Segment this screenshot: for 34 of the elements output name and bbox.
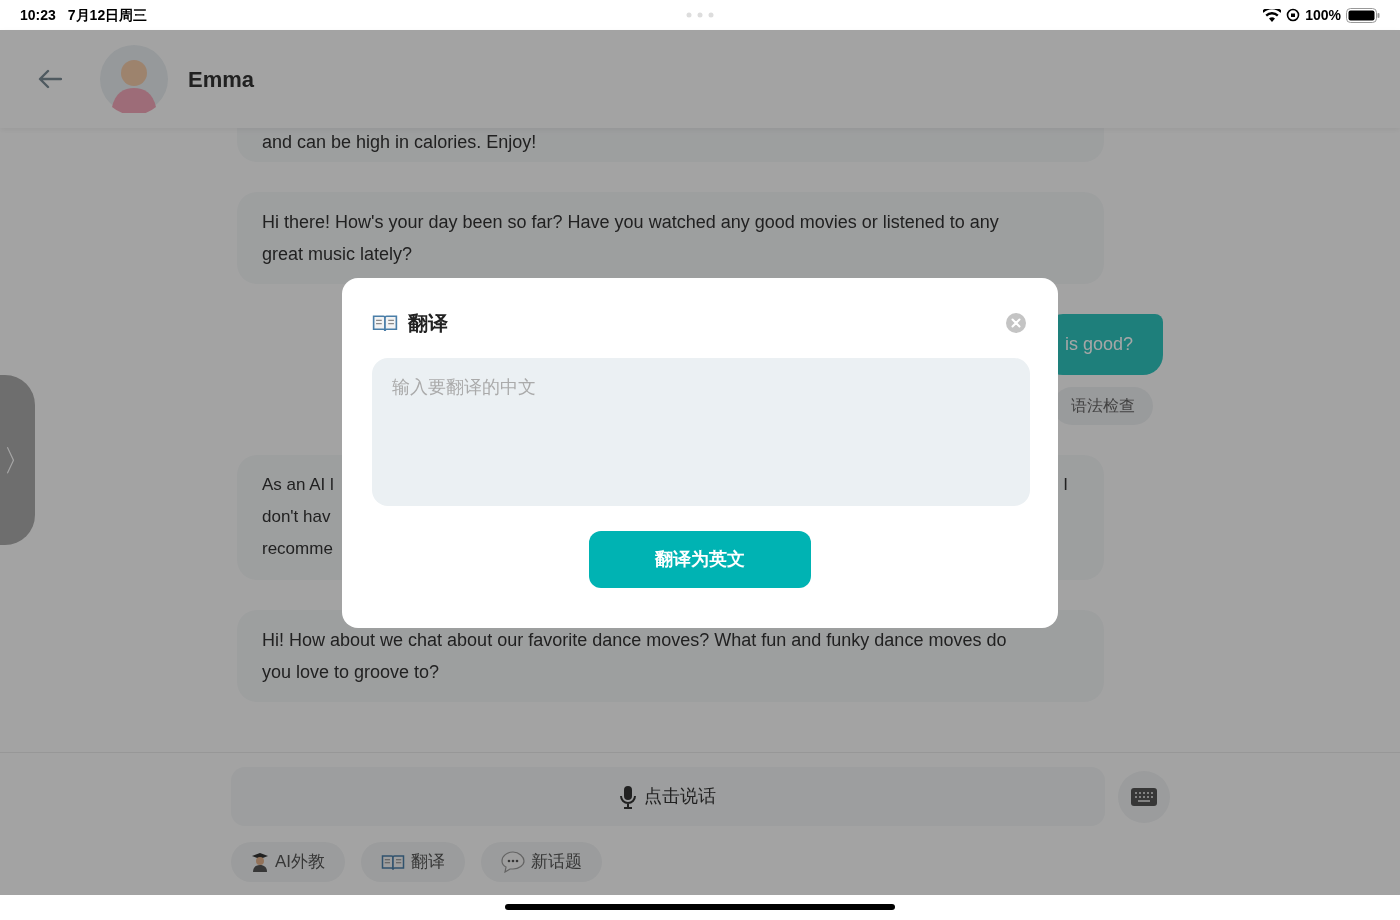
speech-bubble-icon [501, 851, 526, 873]
keyboard-icon [1130, 786, 1158, 807]
dialog-title: 翻译 [408, 311, 448, 336]
status-date: 7月12日周三 [67, 5, 148, 25]
translate-to-english-button[interactable]: 翻译为英文 [589, 531, 811, 588]
message-text: As an AI l [262, 474, 334, 496]
wifi-icon [1263, 8, 1282, 22]
book-icon [372, 313, 398, 333]
message-text: great music lately? [262, 243, 414, 266]
quick-action-chip[interactable]: 翻译 [361, 842, 466, 882]
back-arrow-icon[interactable] [38, 69, 62, 89]
message-text: recomme [262, 538, 334, 560]
hold-to-talk-button[interactable]: 点击说话 [231, 767, 1105, 826]
message-text: Hi there! How's your day been so far? Have you watched any good movies or listened to any [262, 211, 1000, 234]
message-text: Hi! How about we chat about our favorite dance moves? What fun and funky dance moves do [262, 629, 1008, 652]
microphone-icon [620, 784, 636, 809]
translate-input-field[interactable]: 输入要翻译的中文 [372, 358, 1030, 506]
message-text: I [1063, 474, 1068, 496]
status-time: 10:23 [20, 5, 56, 25]
battery-icon [1346, 7, 1380, 23]
contact-name: Emma [188, 65, 255, 94]
graduate-icon [251, 852, 269, 872]
battery-percent: 100% [1305, 5, 1341, 25]
message-text: don't hav [262, 506, 332, 528]
avatar [100, 45, 168, 113]
rotation-lock-icon [1286, 8, 1301, 22]
message-text: you love to groove to? [262, 661, 441, 684]
close-icon[interactable] [1006, 313, 1026, 333]
book-icon [381, 853, 406, 871]
quick-action-chip[interactable]: 新话题 [481, 842, 603, 882]
quick-action-chip[interactable]: AI外教 [231, 842, 346, 882]
message-text: and can be high in calories. Enjoy! [262, 131, 538, 154]
message-text: is good? [1065, 333, 1134, 356]
multitask-dots-icon [686, 12, 714, 18]
